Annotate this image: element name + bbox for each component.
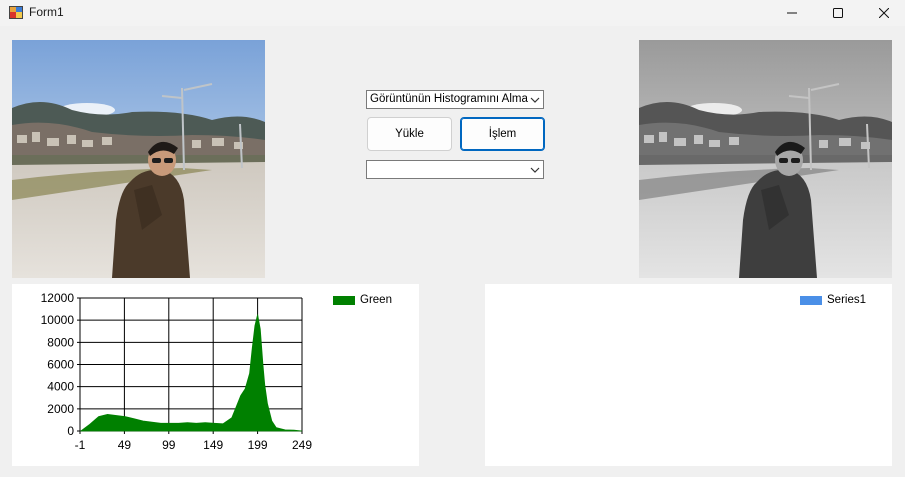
x-tick-label: -1 bbox=[75, 438, 86, 452]
y-tick-label: 8000 bbox=[47, 335, 74, 349]
x-tick-label: 99 bbox=[162, 438, 176, 452]
app-icon bbox=[9, 6, 23, 19]
maximize-icon bbox=[833, 8, 843, 18]
window-title: Form1 bbox=[29, 5, 64, 19]
process-button[interactable]: İşlem bbox=[460, 117, 545, 151]
secondary-select[interactable] bbox=[366, 160, 544, 179]
legend-swatch-green bbox=[333, 295, 355, 305]
x-tick-label: 49 bbox=[118, 438, 132, 452]
minimize-icon bbox=[787, 12, 797, 14]
close-icon bbox=[879, 8, 889, 18]
y-tick-label: 10000 bbox=[41, 313, 75, 327]
x-tick-label: 149 bbox=[203, 438, 223, 452]
load-button[interactable]: Yükle bbox=[367, 117, 452, 151]
chevron-down-icon bbox=[530, 97, 540, 103]
chart-legend: Series1 bbox=[800, 294, 866, 306]
original-photo bbox=[12, 40, 265, 278]
original-image-box bbox=[12, 40, 265, 278]
maximize-button[interactable] bbox=[815, 0, 861, 26]
histogram-plot: -1 49 99 149 199 249 0 2000 4000 6000 8000 10000 120… bbox=[41, 291, 313, 452]
legend-label-series1: Series1 bbox=[827, 294, 866, 306]
y-tick-label: 12000 bbox=[41, 291, 75, 305]
y-tick-label: 2000 bbox=[47, 402, 74, 416]
histogram-chart: -1 49 99 149 199 249 0 2000 4000 6000 8000 10000 120… bbox=[12, 284, 419, 466]
chart-legend: Green bbox=[333, 294, 392, 306]
y-tick-label: 6000 bbox=[47, 358, 74, 372]
x-tick-label: 199 bbox=[248, 438, 268, 452]
y-tick-label: 4000 bbox=[47, 380, 74, 394]
minimize-button[interactable] bbox=[769, 0, 815, 26]
processed-image-box bbox=[639, 40, 892, 278]
close-button[interactable] bbox=[861, 0, 905, 26]
y-tick-label: 0 bbox=[67, 424, 74, 438]
legend-swatch-series1 bbox=[800, 295, 822, 305]
operation-select-value: Görüntünün Histogramını Alma bbox=[370, 93, 528, 105]
grayscale-photo bbox=[639, 40, 892, 278]
chevron-down-icon bbox=[530, 167, 540, 173]
title-bar: Form1 bbox=[0, 0, 905, 26]
operation-select[interactable]: Görüntünün Histogramını Alma bbox=[366, 90, 544, 109]
legend-label-green: Green bbox=[360, 294, 392, 306]
form-client-area: Görüntünün Histogramını Alma Yükle İşlem… bbox=[0, 26, 905, 477]
series-chart: Series1 bbox=[485, 284, 892, 466]
x-tick-label: 249 bbox=[292, 438, 312, 452]
green-histogram-area bbox=[79, 314, 303, 432]
